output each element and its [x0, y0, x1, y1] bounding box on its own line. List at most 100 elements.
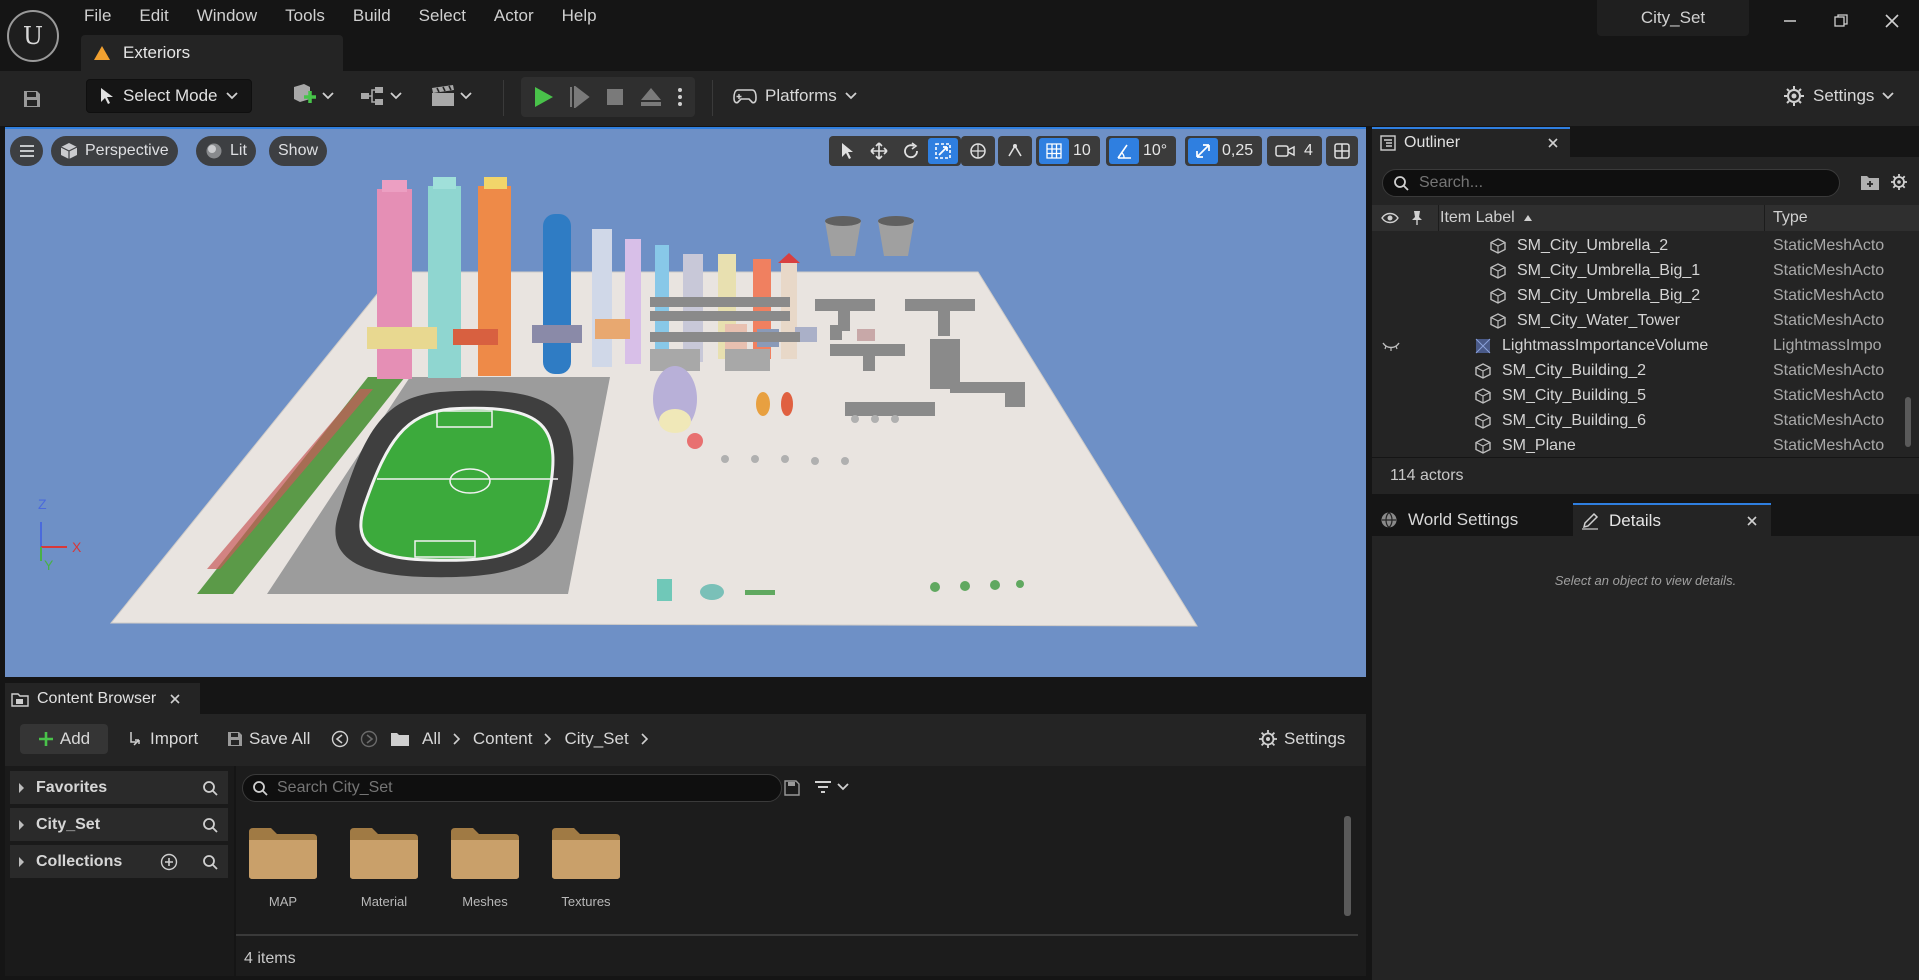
- level-tab[interactable]: Exteriors: [81, 35, 343, 71]
- outliner-row[interactable]: LightmassImportanceVolume LightmassImpo: [1372, 333, 1919, 358]
- type-column-header[interactable]: Type: [1773, 209, 1808, 227]
- content-browser-title: Content Browser: [37, 689, 157, 707]
- cinematics-dropdown[interactable]: [430, 81, 472, 111]
- platforms-label: Platforms: [765, 86, 837, 105]
- city-set-section[interactable]: City_Set: [10, 808, 228, 841]
- viewport-layout-button[interactable]: [1326, 136, 1358, 166]
- outliner-row[interactable]: SM_City_Building_2 StaticMeshActo: [1372, 358, 1919, 383]
- row-type: StaticMeshActo: [1773, 361, 1885, 379]
- visibility-column-icon[interactable]: [1381, 212, 1399, 224]
- import-button[interactable]: Import: [128, 724, 198, 754]
- settings-dropdown[interactable]: Settings: [1783, 81, 1895, 111]
- minimize-icon[interactable]: [1764, 0, 1816, 42]
- outliner-settings-gear-icon[interactable]: [1890, 173, 1908, 191]
- surface-snap-icon: [1001, 138, 1029, 164]
- row-label: SM_City_Umbrella_2: [1517, 236, 1669, 254]
- save-level-button[interactable]: [14, 83, 50, 115]
- outliner-row[interactable]: SM_Plane StaticMeshActo: [1372, 433, 1919, 458]
- breadcrumb-city-set[interactable]: City_Set: [564, 729, 628, 749]
- favorites-section[interactable]: Favorites: [10, 771, 228, 804]
- content-browser-tab[interactable]: Content Browser: [5, 683, 200, 714]
- menu-file[interactable]: File: [70, 0, 125, 30]
- play-options-button[interactable]: [671, 81, 689, 113]
- breadcrumb-content[interactable]: Content: [473, 729, 533, 749]
- add-content-dropdown[interactable]: [290, 81, 334, 111]
- outliner-scrollbar[interactable]: [1905, 397, 1911, 447]
- grid-snap-button[interactable]: 10: [1036, 136, 1100, 166]
- hidden-eye-icon[interactable]: [1382, 341, 1400, 351]
- close-tab-icon[interactable]: [170, 693, 180, 704]
- surface-snapping-button[interactable]: [998, 136, 1032, 166]
- add-collection-icon[interactable]: [160, 853, 178, 871]
- outliner-row[interactable]: SM_City_Water_Tower StaticMeshActo: [1372, 308, 1919, 333]
- play-button[interactable]: [527, 81, 559, 113]
- folder-tile-map[interactable]: MAP: [241, 824, 325, 924]
- close-tab-icon[interactable]: [1548, 138, 1558, 148]
- outliner-row[interactable]: SM_City_Umbrella_2 StaticMeshActo: [1372, 233, 1919, 258]
- advance-frame-button[interactable]: [563, 81, 595, 113]
- search-icon[interactable]: [202, 817, 218, 833]
- item-label-column-header[interactable]: Item Label: [1439, 205, 1767, 231]
- close-tab-icon[interactable]: [1747, 515, 1757, 526]
- restore-icon[interactable]: [1815, 0, 1867, 42]
- menu-build[interactable]: Build: [339, 0, 405, 30]
- outliner-tab[interactable]: Outliner: [1372, 127, 1570, 157]
- outliner-row[interactable]: SM_City_Umbrella_Big_1 StaticMeshActo: [1372, 258, 1919, 283]
- asset-search-input[interactable]: [277, 779, 757, 797]
- outliner-search-box[interactable]: [1382, 169, 1840, 197]
- folder-tile-material[interactable]: Material: [342, 824, 426, 924]
- outliner-search-input[interactable]: [1419, 174, 1819, 192]
- search-icon[interactable]: [202, 780, 218, 796]
- folder-tile-textures[interactable]: Textures: [544, 824, 628, 924]
- unreal-logo-icon[interactable]: U: [7, 10, 59, 62]
- rotation-snap-button[interactable]: 10°: [1106, 136, 1177, 166]
- translate-tool[interactable]: [864, 138, 894, 164]
- menu-window[interactable]: Window: [183, 0, 271, 30]
- folder-label: Meshes: [462, 894, 508, 909]
- menu-select[interactable]: Select: [405, 0, 480, 30]
- content-browser-settings-button[interactable]: Settings: [1258, 724, 1345, 754]
- perspective-button[interactable]: Perspective: [51, 136, 178, 166]
- history-forward-button[interactable]: [360, 724, 378, 754]
- scale-tool[interactable]: [928, 138, 958, 164]
- select-mode-dropdown[interactable]: Select Mode: [86, 79, 252, 113]
- view-mode-button[interactable]: Lit: [196, 136, 256, 166]
- add-folder-icon[interactable]: [1860, 173, 1880, 191]
- title-bar: U File Edit Window Tools Build Select Ac…: [0, 0, 1919, 71]
- viewport-options-button[interactable]: [10, 136, 43, 166]
- breadcrumb-all[interactable]: All: [422, 729, 441, 749]
- details-tab[interactable]: Details: [1573, 503, 1771, 536]
- pin-column-icon[interactable]: [1411, 210, 1423, 226]
- blueprints-dropdown[interactable]: [360, 81, 402, 111]
- asset-search-box[interactable]: [242, 774, 782, 802]
- search-icon[interactable]: [202, 854, 218, 870]
- collections-section[interactable]: Collections: [10, 845, 228, 878]
- save-all-button[interactable]: Save All: [227, 724, 310, 754]
- stop-button[interactable]: [599, 81, 631, 113]
- menu-edit[interactable]: Edit: [125, 0, 182, 30]
- save-search-icon[interactable]: [784, 780, 800, 796]
- world-settings-tab[interactable]: World Settings: [1372, 503, 1570, 536]
- add-button[interactable]: Add: [20, 724, 108, 754]
- asset-view-scrollbar[interactable]: [1344, 816, 1351, 916]
- menu-tools[interactable]: Tools: [271, 0, 339, 30]
- grid-icon: [1039, 138, 1069, 164]
- outliner-row[interactable]: SM_City_Building_6 StaticMeshActo: [1372, 408, 1919, 433]
- eject-button[interactable]: [635, 81, 667, 113]
- folder-tile-meshes[interactable]: Meshes: [443, 824, 527, 924]
- level-viewport[interactable]: Z X Y Perspective Lit Show 10 10° 0,25 4: [5, 127, 1366, 677]
- filter-dropdown[interactable]: [814, 780, 849, 794]
- show-button[interactable]: Show: [269, 136, 328, 166]
- menu-help[interactable]: Help: [548, 0, 611, 30]
- camera-speed-button[interactable]: 4: [1267, 136, 1322, 166]
- coordinate-system-button[interactable]: [961, 136, 995, 166]
- history-back-button[interactable]: [331, 724, 349, 754]
- menu-actor[interactable]: Actor: [480, 0, 548, 30]
- close-window-icon[interactable]: [1866, 0, 1918, 42]
- scale-snap-button[interactable]: 0,25: [1185, 136, 1263, 166]
- outliner-row[interactable]: SM_City_Umbrella_Big_2 StaticMeshActo: [1372, 283, 1919, 308]
- outliner-row[interactable]: SM_City_Building_5 StaticMeshActo: [1372, 383, 1919, 408]
- rotate-tool[interactable]: [896, 138, 926, 164]
- select-tool[interactable]: [832, 138, 862, 164]
- platforms-dropdown[interactable]: Platforms: [733, 81, 857, 111]
